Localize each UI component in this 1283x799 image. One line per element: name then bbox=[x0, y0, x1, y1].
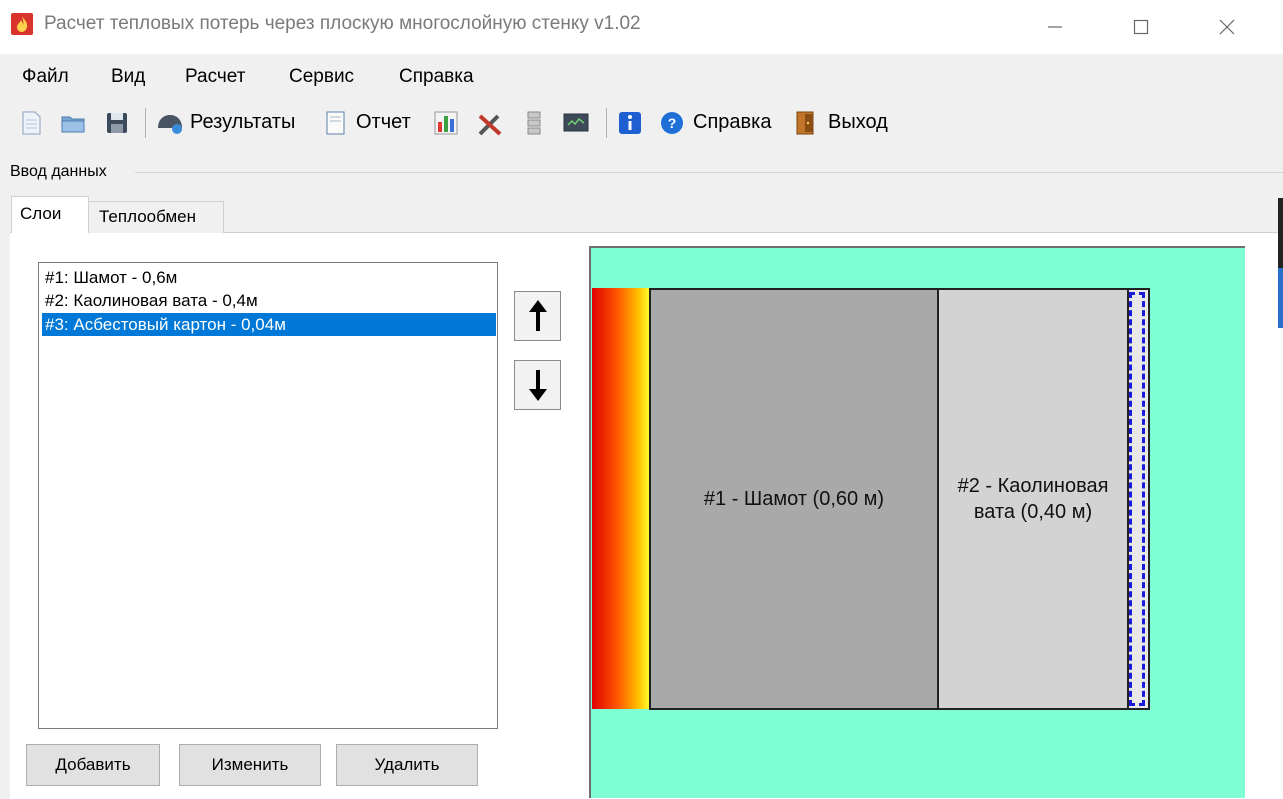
open-folder-icon[interactable] bbox=[60, 110, 86, 136]
background-window-edge bbox=[1278, 268, 1283, 328]
report-icon[interactable] bbox=[322, 110, 348, 136]
flame-icon bbox=[11, 13, 33, 35]
exit-button[interactable]: Выход bbox=[828, 111, 888, 134]
diagram-layer-2[interactable]: #2 - Каолиновая вата (0,40 м) bbox=[937, 288, 1129, 710]
tab-layers[interactable]: Слои bbox=[11, 196, 89, 233]
window-title: Расчет тепловых потерь через плоскую мно… bbox=[44, 13, 641, 34]
menu-view[interactable]: Вид bbox=[111, 66, 145, 88]
move-up-button[interactable] bbox=[514, 291, 561, 341]
delete-button[interactable]: Удалить bbox=[336, 744, 478, 786]
svg-text:?: ? bbox=[668, 115, 677, 131]
move-down-button[interactable] bbox=[514, 360, 561, 410]
tab-heat-exchange-label: Теплообмен bbox=[99, 207, 197, 226]
arrow-down-icon bbox=[528, 370, 547, 401]
database-icon[interactable] bbox=[521, 110, 547, 136]
diagram-layer-2-label: #2 - Каолиновая вата (0,40 м) bbox=[957, 475, 1109, 523]
arrow-up-icon bbox=[528, 300, 547, 331]
selection-outline bbox=[1129, 292, 1145, 706]
add-button[interactable]: Добавить bbox=[26, 744, 160, 786]
list-item[interactable]: #1: Шамот - 0,6м bbox=[42, 266, 496, 289]
minimize-icon[interactable] bbox=[1012, 0, 1098, 54]
tab-heat-exchange[interactable]: Теплообмен bbox=[88, 201, 224, 233]
toolbar-separator bbox=[606, 108, 607, 138]
save-icon[interactable] bbox=[104, 110, 130, 136]
layers-listbox[interactable]: #1: Шамот - 0,6м #2: Каолиновая вата - 0… bbox=[38, 262, 498, 729]
monitor-icon[interactable] bbox=[562, 110, 589, 136]
diagram-layer-1[interactable]: #1 - Шамот (0,60 м) bbox=[649, 288, 939, 710]
close-icon[interactable] bbox=[1184, 0, 1270, 54]
results-icon[interactable] bbox=[155, 110, 182, 136]
results-button[interactable]: Результаты bbox=[190, 111, 295, 134]
heat-source-gradient bbox=[592, 288, 650, 709]
menu-service[interactable]: Сервис bbox=[289, 66, 354, 88]
maximize-icon[interactable] bbox=[1098, 0, 1184, 54]
toolbar-separator bbox=[145, 108, 146, 138]
exit-icon[interactable] bbox=[793, 110, 819, 136]
list-item[interactable]: #2: Каолиновая вата - 0,4м bbox=[42, 289, 496, 312]
list-item-selected[interactable]: #3: Асбестовый картон - 0,04м bbox=[42, 313, 496, 336]
help-button[interactable]: Справка bbox=[693, 111, 771, 134]
group-input-data-label: Ввод данных bbox=[10, 163, 107, 180]
new-file-icon[interactable] bbox=[18, 110, 44, 136]
menu-calc[interactable]: Расчет bbox=[185, 66, 245, 88]
edit-button[interactable]: Изменить bbox=[179, 744, 321, 786]
menu-help[interactable]: Справка bbox=[399, 66, 474, 88]
help-icon[interactable]: ? bbox=[659, 110, 685, 136]
tools-icon[interactable] bbox=[476, 110, 502, 136]
menu-file[interactable]: Файл bbox=[22, 66, 69, 88]
chart-icon[interactable] bbox=[433, 110, 459, 136]
tab-layers-label: Слои bbox=[20, 204, 62, 223]
info-icon[interactable] bbox=[617, 110, 643, 136]
report-button[interactable]: Отчет bbox=[356, 111, 411, 134]
background-window-edge bbox=[1278, 198, 1283, 268]
group-divider bbox=[135, 172, 1283, 173]
diagram-layer-1-label: #1 - Шамот (0,60 м) bbox=[703, 487, 885, 510]
